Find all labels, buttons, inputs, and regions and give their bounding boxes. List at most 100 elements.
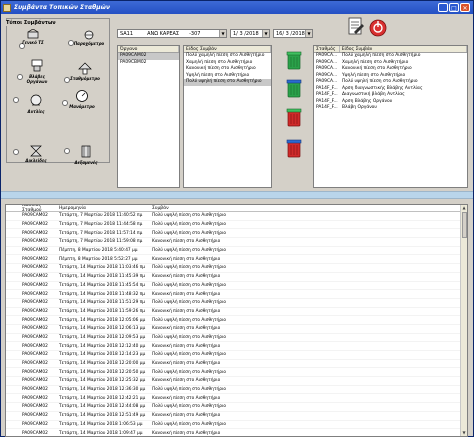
log-date-cell: Τετάρτη, 14 Μαρτίου 2018 12:06:13 μμ <box>59 326 146 332</box>
option-label: Μανόμετρο <box>69 104 95 109</box>
instrument-row[interactable]: PA09CBM02 <box>118 60 179 67</box>
chevron-down-icon[interactable]: ▼ <box>305 30 312 37</box>
log-row[interactable]: PA09CAM02 Τετάρτη, 14 Μαρτίου 2018 12:14:… <box>6 351 467 360</box>
station-column-header[interactable]: Σταθμός <box>314 46 340 52</box>
log-row[interactable]: PA09CAM02 Τετάρτη, 14 Μαρτίου 2018 12:20:… <box>6 368 467 378</box>
event-column-header[interactable]: Είδος Συμβάν <box>340 46 467 52</box>
instruments-header[interactable]: Όργανο <box>118 46 179 52</box>
event-type-row[interactable]: Πολύ υψηλή πίεση στο Αισθητήριο <box>184 79 271 86</box>
log-event-cell: Κανονική πίεση στο Αισθητήριο <box>152 361 221 367</box>
instruments-list[interactable]: Όργανο PA09CAM02 PA09CBM02 <box>117 45 180 188</box>
log-station-cell: PA09CAM02 <box>22 282 48 288</box>
exit-button[interactable] <box>369 18 387 40</box>
log-row[interactable]: PA09CAM02 Τετάρτη, 14 Μαρτίου 2018 11:03:… <box>6 264 467 273</box>
log-station-cell: PA09CAM02 <box>22 274 48 280</box>
log-date-cell: Τετάρτη, 14 Μαρτίου 2018 12:25:32 μμ <box>59 378 146 384</box>
log-row[interactable]: PA09CAM02 Τετάρτη, 14 Μαρτίου 2018 12:12:… <box>6 342 467 351</box>
log-row[interactable]: PA09CAM02 Τετάρτη, 7 Μαρτίου 2018 11:44:5… <box>6 221 467 230</box>
option-general-station[interactable]: Γενικό ΤΣ <box>15 29 51 45</box>
pump-icon <box>30 94 42 106</box>
report-button[interactable] <box>347 16 365 38</box>
option-pumps[interactable]: Αντλίες <box>18 94 54 114</box>
log-row[interactable]: PA09CAM02 Τετάρτη, 14 Μαρτίου 2018 12:25:… <box>6 377 467 386</box>
option-tanks[interactable]: Δεξαμενές <box>68 145 104 165</box>
log-row[interactable]: PA09CAM02 Τετάρτη, 14 Μαρτίου 2018 11:48:… <box>6 290 467 299</box>
log-station-cell: PA09CAM02 <box>22 369 48 375</box>
log-station-header[interactable]: Κωδικός Σταθμού <box>6 205 59 213</box>
log-date-cell: Τετάρτη, 14 Μαρτίου 2018 12:09:53 μμ <box>59 334 146 340</box>
log-row[interactable]: PA09CAM02 Τετάρτη, 14 Μαρτίου 2018 12:20:… <box>6 360 467 369</box>
maximize-button[interactable]: □ <box>449 3 459 12</box>
selected-event-type: Βλάβη Οργάνου <box>342 105 377 110</box>
scroll-up-icon[interactable]: ▲ <box>461 205 467 211</box>
log-row[interactable]: PA09CAM02 Τετάρτη, 14 Μαρτίου 2018 1:06:5… <box>6 421 467 430</box>
log-row[interactable]: PA09CAM02 Τετάρτη, 7 Μαρτίου 2018 11:40:5… <box>6 212 467 221</box>
option-manometer[interactable]: Μανόμετρο <box>64 89 100 109</box>
log-event-cell: Πολύ υψηλή πίεση στο Αισθητήριο <box>152 334 227 340</box>
log-row[interactable]: PA09CAM02 Τετάρτη, 14 Μαρτίου 2018 12:05:… <box>6 316 467 325</box>
log-row[interactable]: PA09CAM02 Τετάρτη, 14 Μαρτίου 2018 11:59:… <box>6 308 467 317</box>
option-label: Αντλίες <box>27 109 45 114</box>
add-all-button[interactable] <box>285 77 303 99</box>
option-valves[interactable]: Δικλείδες <box>18 145 54 163</box>
log-event-cell: Πολύ υψηλή πίεση στο Αισθητήριο <box>152 300 227 306</box>
log-date-cell: Τετάρτη, 14 Μαρτίου 2018 12:20:50 μμ <box>59 369 146 375</box>
close-button[interactable]: ✕ <box>460 3 470 12</box>
log-row[interactable]: PA09CAM02 Τετάρτη, 14 Μαρτίου 2018 12:36:… <box>6 386 467 395</box>
station-combo[interactable]: SA11 ΑΝΩ ΚΑΡΕΑΣ -307 ▼ <box>117 29 227 38</box>
log-scrollbar[interactable]: ▲ ▼ <box>460 205 467 436</box>
option-level-meter[interactable]: Σταθμόμετρο <box>67 61 103 81</box>
scroll-thumb[interactable] <box>462 212 467 238</box>
log-event-cell: Πολύ υψηλή πίεση στο Αισθητήριο <box>152 265 227 271</box>
event-types-list[interactable]: Είδος Συμβάν Πολύ χαμηλή πίεση στο Αισθη… <box>183 45 272 188</box>
log-date-cell: Τετάρτη, 14 Μαρτίου 2018 12:36:30 μμ <box>59 387 146 393</box>
selected-event-row[interactable]: PA14F_F... Βλάβη Οργάνου <box>314 105 467 112</box>
log-station-cell: PA09CAM02 <box>22 230 48 236</box>
selected-events-list[interactable]: Σταθμός Είδος Συμβάν PA09CA... Πολύ χαμηλ… <box>313 45 468 188</box>
scroll-down-icon[interactable]: ▼ <box>461 430 467 436</box>
date-from-picker[interactable]: 1/ 3 /2018 ▼ <box>230 29 270 38</box>
log-event-header[interactable]: Συμβάν <box>152 206 332 211</box>
log-row[interactable]: PA09CAM02 Πέμπτη, 8 Μαρτίου 2018 5:40:47 … <box>6 247 467 256</box>
title-bar: Συμβάντα Τοπικών Σταθμών _ □ ✕ <box>1 1 473 14</box>
events-log-table[interactable]: Κωδικός Σταθμού Ημερομηνία Συμβάν PA09CA… <box>5 204 468 437</box>
log-row[interactable]: PA09CAM02 Τετάρτη, 14 Μαρτίου 2018 12:42:… <box>6 394 467 404</box>
option-label: Γενικό ΤΣ <box>22 40 44 45</box>
log-row[interactable]: PA09CAM02 Τετάρτη, 14 Μαρτίου 2018 12:51:… <box>6 412 467 421</box>
event-type-row[interactable]: Πολύ χαμηλή πίεση στο Αισθητήριο <box>184 53 271 60</box>
log-row[interactable]: PA09CAM02 Πέμπτη, 8 Μαρτίου 2018 5:52:27 … <box>6 255 467 265</box>
remove-event-button[interactable] <box>285 106 303 128</box>
chevron-down-icon[interactable]: ▼ <box>219 30 226 37</box>
log-station-cell: PA09CAM02 <box>22 222 48 228</box>
chevron-down-icon[interactable]: ▼ <box>262 30 269 37</box>
log-date-header[interactable]: Ημερομηνία <box>59 206 152 211</box>
log-row[interactable]: PA09CAM02 Τετάρτη, 14 Μαρτίου 2018 11:45:… <box>6 282 467 291</box>
log-row[interactable]: PA09CAM02 Τετάρτη, 14 Μαρτίου 2018 12:06:… <box>6 325 467 334</box>
log-event-cell: Πολύ υψηλή πίεση στο Αισθητήριο <box>152 222 227 228</box>
bin-remove-all-icon <box>286 139 302 158</box>
option-instrument-faults[interactable]: Βλάβες Οργάνων <box>19 59 55 84</box>
option-label: Παροχόμετρο <box>73 41 105 46</box>
add-event-button[interactable] <box>285 49 303 71</box>
log-station-cell: PA09CAM02 <box>22 265 48 271</box>
remove-all-button[interactable] <box>285 137 303 159</box>
option-flowmeter[interactable]: Παροχόμετρο <box>71 30 107 46</box>
log-row[interactable]: PA09CAM02 Τετάρτη, 14 Μαρτίου 2018 12:09:… <box>6 334 467 343</box>
log-row[interactable]: PA09CAM02 Τετάρτη, 14 Μαρτίου 2018 11:51:… <box>6 299 467 308</box>
valve-icon <box>30 145 42 157</box>
option-label: Σταθμόμετρο <box>70 76 100 81</box>
log-row[interactable]: PA09CAM02 Τετάρτη, 14 Μαρτίου 2018 1:09:4… <box>6 429 467 436</box>
log-row[interactable]: PA09CAM02 Τετάρτη, 14 Μαρτίου 2018 11:45:… <box>6 273 467 282</box>
minimize-button[interactable]: _ <box>438 3 448 12</box>
bin-add-all-icon <box>286 79 302 98</box>
log-date-cell: Τετάρτη, 14 Μαρτίου 2018 11:03:46 πμ <box>59 265 146 271</box>
log-event-cell: Κανονική πίεση στο Αισθητήριο <box>152 378 221 384</box>
event-types-header[interactable]: Είδος Συμβάν <box>184 46 271 52</box>
log-station-cell: PA09CAM02 <box>22 239 48 245</box>
log-row[interactable]: PA09CAM02 Τετάρτη, 14 Μαρτίου 2018 12:44:… <box>6 403 467 412</box>
splitter[interactable] <box>1 191 473 199</box>
log-date-cell: Τετάρτη, 14 Μαρτίου 2018 11:51:29 πμ <box>59 300 146 306</box>
log-row[interactable]: PA09CAM02 Τετάρτη, 7 Μαρτίου 2018 11:59:0… <box>6 238 467 247</box>
date-to-picker[interactable]: 16/ 3 /2018 ▼ <box>273 29 313 38</box>
log-row[interactable]: PA09CAM02 Τετάρτη, 7 Μαρτίου 2018 11:57:1… <box>6 229 467 239</box>
